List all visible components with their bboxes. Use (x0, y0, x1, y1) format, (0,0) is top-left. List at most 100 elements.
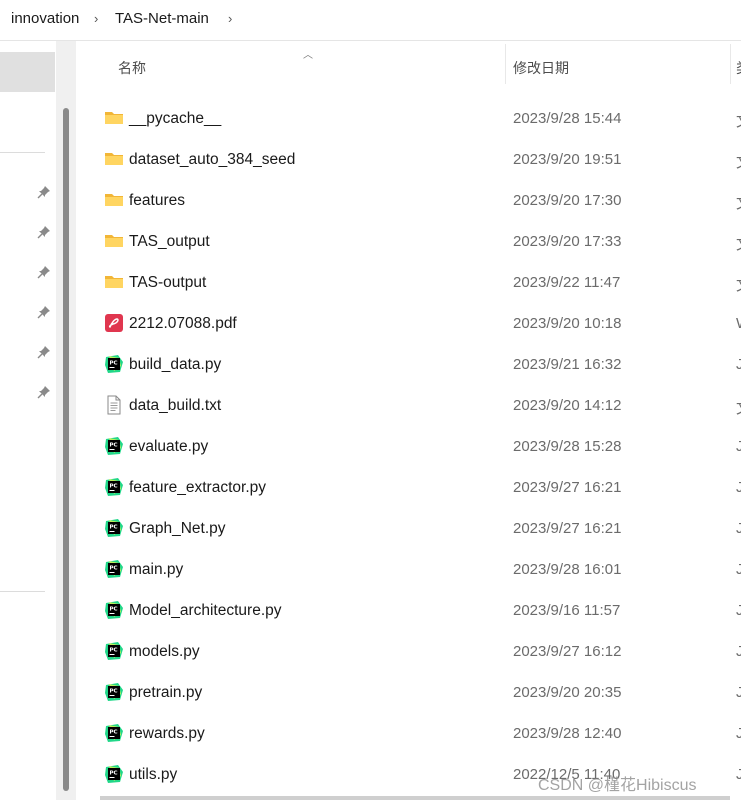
file-row[interactable]: TAS-output 2023/9/22 11:47 文 (100, 262, 741, 303)
file-name[interactable]: utils.py (129, 766, 177, 784)
file-name[interactable]: Model_architecture.py (129, 602, 282, 620)
horizontal-scrollbar-thumb[interactable] (100, 796, 730, 800)
nav-divider (0, 591, 45, 592)
sort-ascending-icon: ︿ (303, 50, 313, 61)
nav-divider (0, 152, 45, 153)
column-header-name[interactable]: 名称 (118, 58, 146, 78)
pdf-icon (104, 313, 124, 333)
file-date-modified: 2023/9/22 11:47 (513, 274, 621, 291)
pycharm-icon: PC (104, 477, 124, 497)
file-type: J (736, 602, 741, 619)
file-row[interactable]: PC evaluate.py 2023/9/28 15:28 J (100, 426, 741, 467)
column-header-date-modified[interactable]: 修改日期 (513, 58, 569, 78)
file-row[interactable]: dataset_auto_384_seed 2023/9/20 19:51 文 (100, 139, 741, 180)
folder-icon (104, 108, 124, 128)
file-name[interactable]: build_data.py (129, 356, 221, 374)
breadcrumb-chevron-icon[interactable]: › (228, 11, 232, 26)
file-date-modified: 2023/9/21 16:32 (513, 356, 622, 373)
file-name[interactable]: dataset_auto_384_seed (129, 151, 295, 169)
file-date-modified: 2023/9/27 16:12 (513, 643, 622, 660)
file-date-modified: 2023/9/20 14:12 (513, 397, 622, 414)
file-row[interactable]: __pycache__ 2023/9/28 15:44 文 (100, 98, 741, 139)
file-type: 文 (736, 110, 741, 131)
file-row[interactable]: 2212.07088.pdf 2023/9/20 10:18 W (100, 303, 741, 344)
file-name[interactable]: main.py (129, 561, 183, 579)
folder-icon (104, 272, 124, 292)
file-type: 文 (736, 397, 741, 418)
file-name[interactable]: evaluate.py (129, 438, 208, 456)
file-type: J (736, 725, 741, 742)
file-date-modified: 2023/9/27 16:21 (513, 479, 622, 496)
text-file-icon (104, 395, 124, 415)
file-row[interactable]: PC feature_extractor.py 2023/9/27 16:21 J (100, 467, 741, 508)
file-name[interactable]: 2212.07088.pdf (129, 315, 237, 333)
file-row[interactable]: features 2023/9/20 17:30 文 (100, 180, 741, 221)
pin-icon[interactable] (37, 385, 51, 399)
pycharm-icon: PC (104, 600, 124, 620)
file-type: 文 (736, 274, 741, 295)
file-name[interactable]: data_build.txt (129, 397, 221, 415)
watermark: CSDN @槿花Hibiscus (538, 777, 697, 794)
column-separator[interactable] (730, 44, 731, 84)
pycharm-icon: PC (104, 723, 124, 743)
svg-text:PC: PC (110, 566, 118, 572)
column-header-type[interactable]: 类 (736, 58, 741, 78)
file-row[interactable]: PC rewards.py 2023/9/28 12:40 J (100, 713, 741, 754)
column-separator[interactable] (505, 44, 506, 84)
file-type: 文 (736, 233, 741, 254)
pycharm-icon: PC (104, 518, 124, 538)
svg-text:PC: PC (110, 730, 118, 736)
pycharm-icon: PC (104, 436, 124, 456)
file-row[interactable]: PC models.py 2023/9/27 16:12 J (100, 631, 741, 672)
file-row[interactable]: PC pretrain.py 2023/9/20 20:35 J (100, 672, 741, 713)
file-date-modified: 2023/9/28 16:01 (513, 561, 622, 578)
file-name[interactable]: TAS-output (129, 274, 206, 292)
file-type: J (736, 643, 741, 660)
file-type: 文 (736, 151, 741, 172)
pin-icon[interactable] (37, 225, 51, 239)
file-type: J (736, 356, 741, 373)
svg-text:PC: PC (110, 484, 118, 490)
nav-scrollbar-thumb[interactable] (63, 108, 69, 791)
file-date-modified: 2023/9/28 15:44 (513, 110, 622, 127)
file-date-modified: 2023/9/20 10:18 (513, 315, 622, 332)
file-name[interactable]: rewards.py (129, 725, 205, 743)
svg-text:PC: PC (110, 525, 118, 531)
file-name[interactable]: __pycache__ (129, 110, 221, 128)
pin-icon[interactable] (37, 305, 51, 319)
file-type: W (736, 315, 741, 332)
file-name[interactable]: pretrain.py (129, 684, 202, 702)
file-row[interactable]: PC Graph_Net.py 2023/9/27 16:21 J (100, 508, 741, 549)
breadcrumb-item-innovation[interactable]: innovation (11, 10, 79, 27)
file-row[interactable]: PC build_data.py 2023/9/21 16:32 J (100, 344, 741, 385)
nav-item-selected[interactable] (0, 52, 55, 92)
file-type: J (736, 438, 741, 455)
file-name[interactable]: feature_extractor.py (129, 479, 266, 497)
pin-icon[interactable] (37, 345, 51, 359)
svg-text:PC: PC (110, 689, 118, 695)
file-type: J (736, 561, 741, 578)
svg-text:PC: PC (110, 648, 118, 654)
file-date-modified: 2023/9/20 17:30 (513, 192, 622, 209)
file-name[interactable]: features (129, 192, 185, 210)
breadcrumb-chevron-icon[interactable]: › (94, 11, 98, 26)
pycharm-icon: PC (104, 682, 124, 702)
file-type: J (736, 479, 741, 496)
file-row[interactable]: PC main.py 2023/9/28 16:01 J (100, 549, 741, 590)
file-type: J (736, 766, 741, 783)
file-row[interactable]: PC Model_architecture.py 2023/9/16 11:57 J (100, 590, 741, 631)
file-row[interactable]: data_build.txt 2023/9/20 14:12 文 (100, 385, 741, 426)
file-name[interactable]: TAS_output (129, 233, 210, 251)
address-bar: innovation › TAS-Net-main › (0, 0, 741, 41)
file-name[interactable]: Graph_Net.py (129, 520, 226, 538)
pin-icon[interactable] (37, 185, 51, 199)
file-date-modified: 2023/9/28 15:28 (513, 438, 622, 455)
file-date-modified: 2023/9/16 11:57 (513, 602, 621, 619)
pycharm-icon: PC (104, 641, 124, 661)
breadcrumb-item-tas-net-main[interactable]: TAS-Net-main (115, 10, 209, 27)
pycharm-icon: PC (104, 559, 124, 579)
file-row[interactable]: TAS_output 2023/9/20 17:33 文 (100, 221, 741, 262)
file-name[interactable]: models.py (129, 643, 200, 661)
svg-text:PC: PC (110, 771, 118, 777)
pin-icon[interactable] (37, 265, 51, 279)
